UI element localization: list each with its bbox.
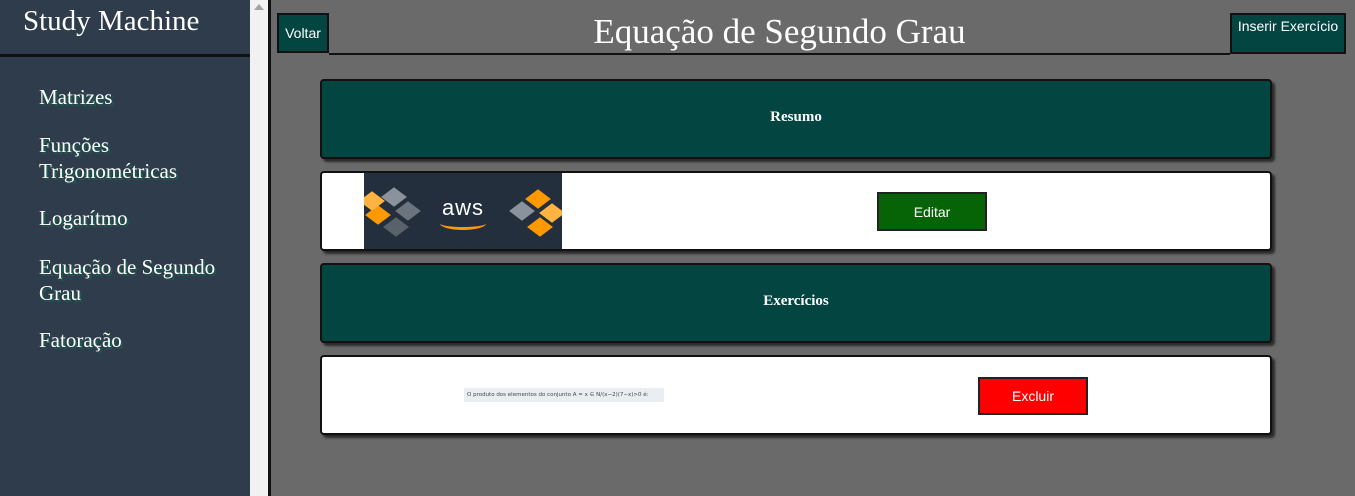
triangle-up-icon[interactable] [254,4,264,10]
insert-exercise-button[interactable]: Inserir Exercício [1230,13,1346,54]
aws-smile-icon [440,217,486,230]
divider [268,0,271,496]
sidebar-scrollbar[interactable] [250,0,268,496]
exercises-header-card: Exercícios [320,263,1272,343]
page-title: Equação de Segundo Grau [593,12,966,51]
sidebar-item-equacao-segundo-grau[interactable]: Equação de Segundo Grau [39,254,239,306]
summary-image: aws [364,173,562,249]
sidebar-item-fatoracao[interactable]: Fatoração [39,327,239,353]
summary-content-card: aws Editar [320,171,1272,251]
edit-button[interactable]: Editar [877,192,987,231]
exercises-heading: Exercícios [763,293,829,309]
sidebar-item-funcoes-trigonometricas[interactable]: Funções Trigonométricas [39,132,239,184]
summary-heading: Resumo [770,109,822,125]
back-button[interactable]: Voltar [277,13,329,53]
sidebar-item-matrizes[interactable]: Matrizes [39,84,239,110]
summary-header-card: Resumo [320,79,1272,159]
title-bar: Equação de Segundo Grau [329,0,1230,55]
exercise-preview-image: O produto dos elementos do conjunto A = … [464,388,664,402]
exercise-item-card: O produto dos elementos do conjunto A = … [320,355,1272,435]
sidebar-item-logaritmo[interactable]: Logarítmo [39,205,239,231]
delete-button[interactable]: Excluir [978,377,1088,415]
sidebar: Study Machine Matrizes Funções Trigonomé… [0,0,250,496]
brand-title: Study Machine [0,0,250,57]
